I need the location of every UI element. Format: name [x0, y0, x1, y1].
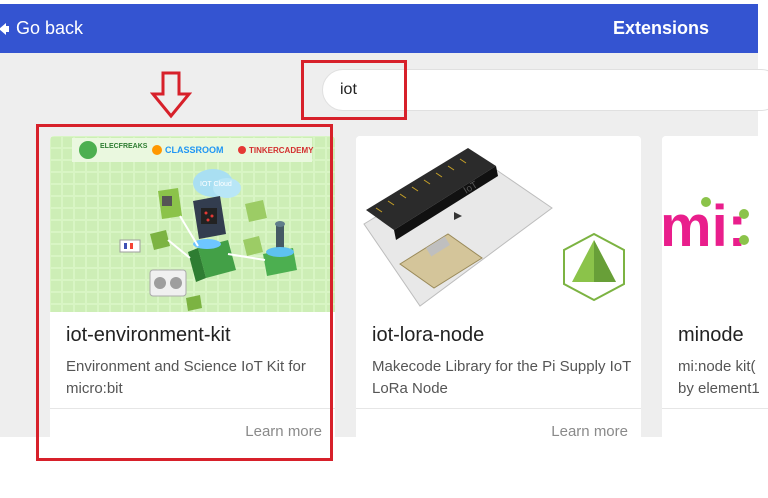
card-divider: [356, 408, 641, 409]
go-back-button[interactable]: Go back: [0, 4, 83, 53]
card-thumbnail: IoT: [356, 136, 641, 312]
card-description: Makecode Library for the Pi Supply IoT L…: [372, 358, 632, 397]
go-back-label: Go back: [16, 18, 84, 38]
card-thumbnail: mi:: [662, 136, 768, 312]
back-arrow-icon: [0, 22, 9, 35]
extension-card-iot-lora-node[interactable]: IoT iot-lora-node Makecode Library for t…: [356, 136, 641, 456]
card-divider: [662, 408, 768, 409]
search-highlight-box: [301, 60, 407, 120]
extension-card-minode[interactable]: mi: minode mi:node kit( by element1: [662, 136, 768, 456]
card-title: minode: [678, 324, 744, 346]
extensions-screen: Go back Extensions ELECFREAKS: [0, 0, 768, 498]
header-bar: Go back Extensions: [0, 4, 758, 53]
page-title: Extensions: [613, 18, 710, 38]
lora-node-image: IoT: [356, 136, 641, 312]
down-arrow-icon: [150, 71, 192, 119]
card-title: iot-lora-node: [372, 324, 485, 346]
card-description: mi:node kit( by element1: [678, 356, 768, 400]
card-description-line1: mi:node kit(: [678, 358, 756, 375]
minode-logo-image: mi:: [662, 136, 768, 312]
card-description-line2: by element1: [678, 380, 760, 397]
card-highlight-box: [36, 124, 333, 461]
